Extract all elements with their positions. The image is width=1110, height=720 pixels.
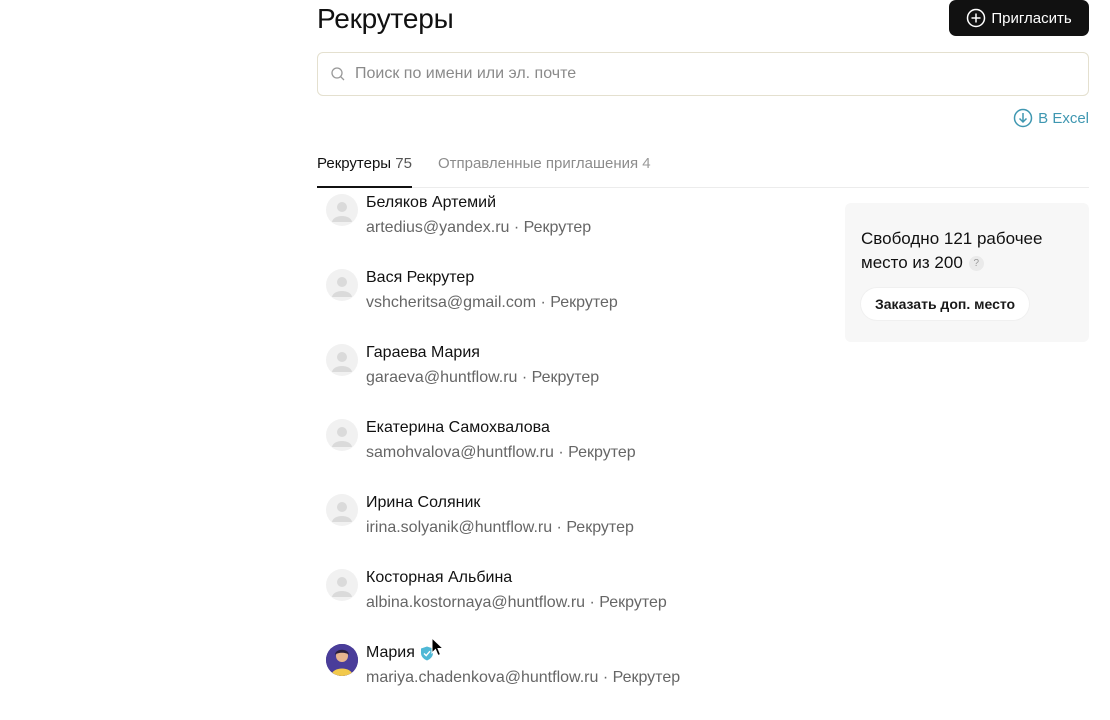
recruiter-name[interactable]: Мария	[366, 644, 434, 662]
meta-separator: ·	[598, 669, 613, 686]
download-icon	[1013, 108, 1033, 128]
recruiter-role: Рекрутер	[531, 369, 600, 386]
search-icon	[331, 67, 345, 81]
recruiter-role: Рекрутер	[568, 444, 636, 461]
recruiter-email: garaeva@huntflow.ru	[366, 369, 518, 386]
recruiter-name[interactable]: Косторная Альбина	[366, 569, 512, 587]
avatar	[326, 419, 358, 451]
tab-sent-invitations-label: Отправленные приглашения	[437, 155, 639, 172]
recruiter-email: samohvalova@huntflow.ru	[366, 444, 554, 461]
avatar	[326, 269, 358, 301]
user-photo-icon	[326, 644, 358, 676]
user-placeholder-icon	[332, 502, 352, 522]
invite-button[interactable]: Пригласить	[949, 0, 1089, 36]
recruiter-role: Рекрутер	[599, 594, 667, 611]
avatar	[326, 569, 358, 601]
tab-recruiters[interactable]: Рекрутеры 75	[317, 155, 412, 188]
meta-separator: ·	[552, 519, 567, 536]
user-placeholder-icon	[332, 352, 352, 372]
recruiter-email: irina.solyanik@huntflow.ru	[366, 519, 553, 536]
avatar	[326, 644, 358, 676]
recruiter-name[interactable]: Вася Рекрутер	[366, 269, 474, 287]
list-item[interactable]: Ирина Соляник irina.solyanik@huntflow.ru…	[317, 488, 837, 548]
order-seat-button[interactable]: Заказать доп. место	[861, 288, 1030, 320]
invite-button-label: Пригласить	[991, 9, 1072, 27]
help-icon[interactable]: ?	[968, 256, 984, 272]
meta-separator: ·	[536, 294, 551, 311]
recruiter-email: mariya.chadenkova@huntflow.ru	[366, 669, 599, 686]
list-item[interactable]: Мария mariya.chadenkova@huntflow.ru · Ре…	[317, 638, 837, 698]
recruiter-role: Рекрутер	[523, 219, 592, 236]
search-input[interactable]	[355, 65, 1088, 83]
tab-sent-invitations[interactable]: Отправленные приглашения 4	[438, 155, 651, 188]
recruiter-name-text: Мария	[366, 644, 415, 661]
recruiter-meta: vshcheritsa@gmail.com · Рекрутер	[366, 294, 618, 312]
mouse-cursor-icon	[431, 637, 445, 657]
avatar	[326, 194, 358, 226]
page-title: Рекрутеры	[317, 3, 454, 34]
tab-sent-invitations-count: 4	[642, 155, 651, 172]
list-item[interactable]: Вася Рекрутер vshcheritsa@gmail.com · Ре…	[317, 263, 837, 323]
user-placeholder-icon	[332, 577, 352, 597]
recruiter-meta: samohvalova@huntflow.ru · Рекрутер	[366, 444, 636, 462]
meta-separator: ·	[509, 219, 524, 236]
recruiter-name[interactable]: Гараева Мария	[366, 344, 480, 362]
list-item[interactable]: Косторная Альбина albina.kostornaya@hunt…	[317, 563, 837, 623]
search-box[interactable]	[317, 52, 1089, 96]
seats-text-label: Свободно 121 рабочее место из 200	[861, 229, 1043, 272]
recruiter-role: Рекрутер	[612, 669, 681, 686]
recruiter-meta: garaeva@huntflow.ru · Рекрутер	[366, 369, 599, 387]
user-placeholder-icon	[332, 427, 352, 447]
user-placeholder-icon	[332, 277, 352, 297]
recruiter-meta: mariya.chadenkova@huntflow.ru · Рекрутер	[366, 669, 680, 687]
recruiter-meta: artedius@yandex.ru · Рекрутер	[366, 219, 591, 237]
recruiter-email: artedius@yandex.ru	[366, 219, 510, 236]
recruiter-role: Рекрутер	[550, 294, 618, 311]
recruiter-name[interactable]: Ирина Соляник	[366, 494, 480, 512]
recruiter-meta: irina.solyanik@huntflow.ru · Рекрутер	[366, 519, 634, 537]
seats-card: Свободно 121 рабочее место из 200? Заказ…	[845, 203, 1089, 342]
list-item[interactable]: Беляков Артемий artedius@yandex.ru · Рек…	[317, 188, 837, 248]
tab-recruiters-count: 75	[395, 155, 412, 172]
recruiter-role: Рекрутер	[566, 519, 634, 536]
recruiter-email: albina.kostornaya@huntflow.ru	[366, 594, 586, 611]
export-excel-label: В Excel	[1038, 109, 1089, 127]
list-item[interactable]: Гараева Мария garaeva@huntflow.ru · Рекр…	[317, 338, 837, 398]
meta-separator: ·	[553, 444, 569, 461]
tab-recruiters-label: Рекрутеры	[317, 155, 392, 172]
list-item[interactable]: Екатерина Самохвалова samohvalova@huntfl…	[317, 413, 837, 473]
meta-separator: ·	[585, 594, 600, 611]
recruiter-name[interactable]: Беляков Артемий	[366, 194, 496, 212]
avatar	[326, 494, 358, 526]
seats-text: Свободно 121 рабочее место из 200?	[861, 227, 1073, 275]
avatar	[326, 344, 358, 376]
plus-circle-icon	[967, 8, 986, 28]
recruiter-meta: albina.kostornaya@huntflow.ru · Рекрутер	[366, 594, 667, 612]
tab-bar: Рекрутеры 75 Отправленные приглашения 4	[317, 155, 1089, 188]
recruiter-email: vshcheritsa@gmail.com	[366, 294, 537, 311]
recruiter-name[interactable]: Екатерина Самохвалова	[366, 419, 550, 437]
meta-separator: ·	[517, 369, 532, 386]
export-excel-link[interactable]: В Excel	[1013, 108, 1089, 128]
user-placeholder-icon	[332, 202, 352, 222]
